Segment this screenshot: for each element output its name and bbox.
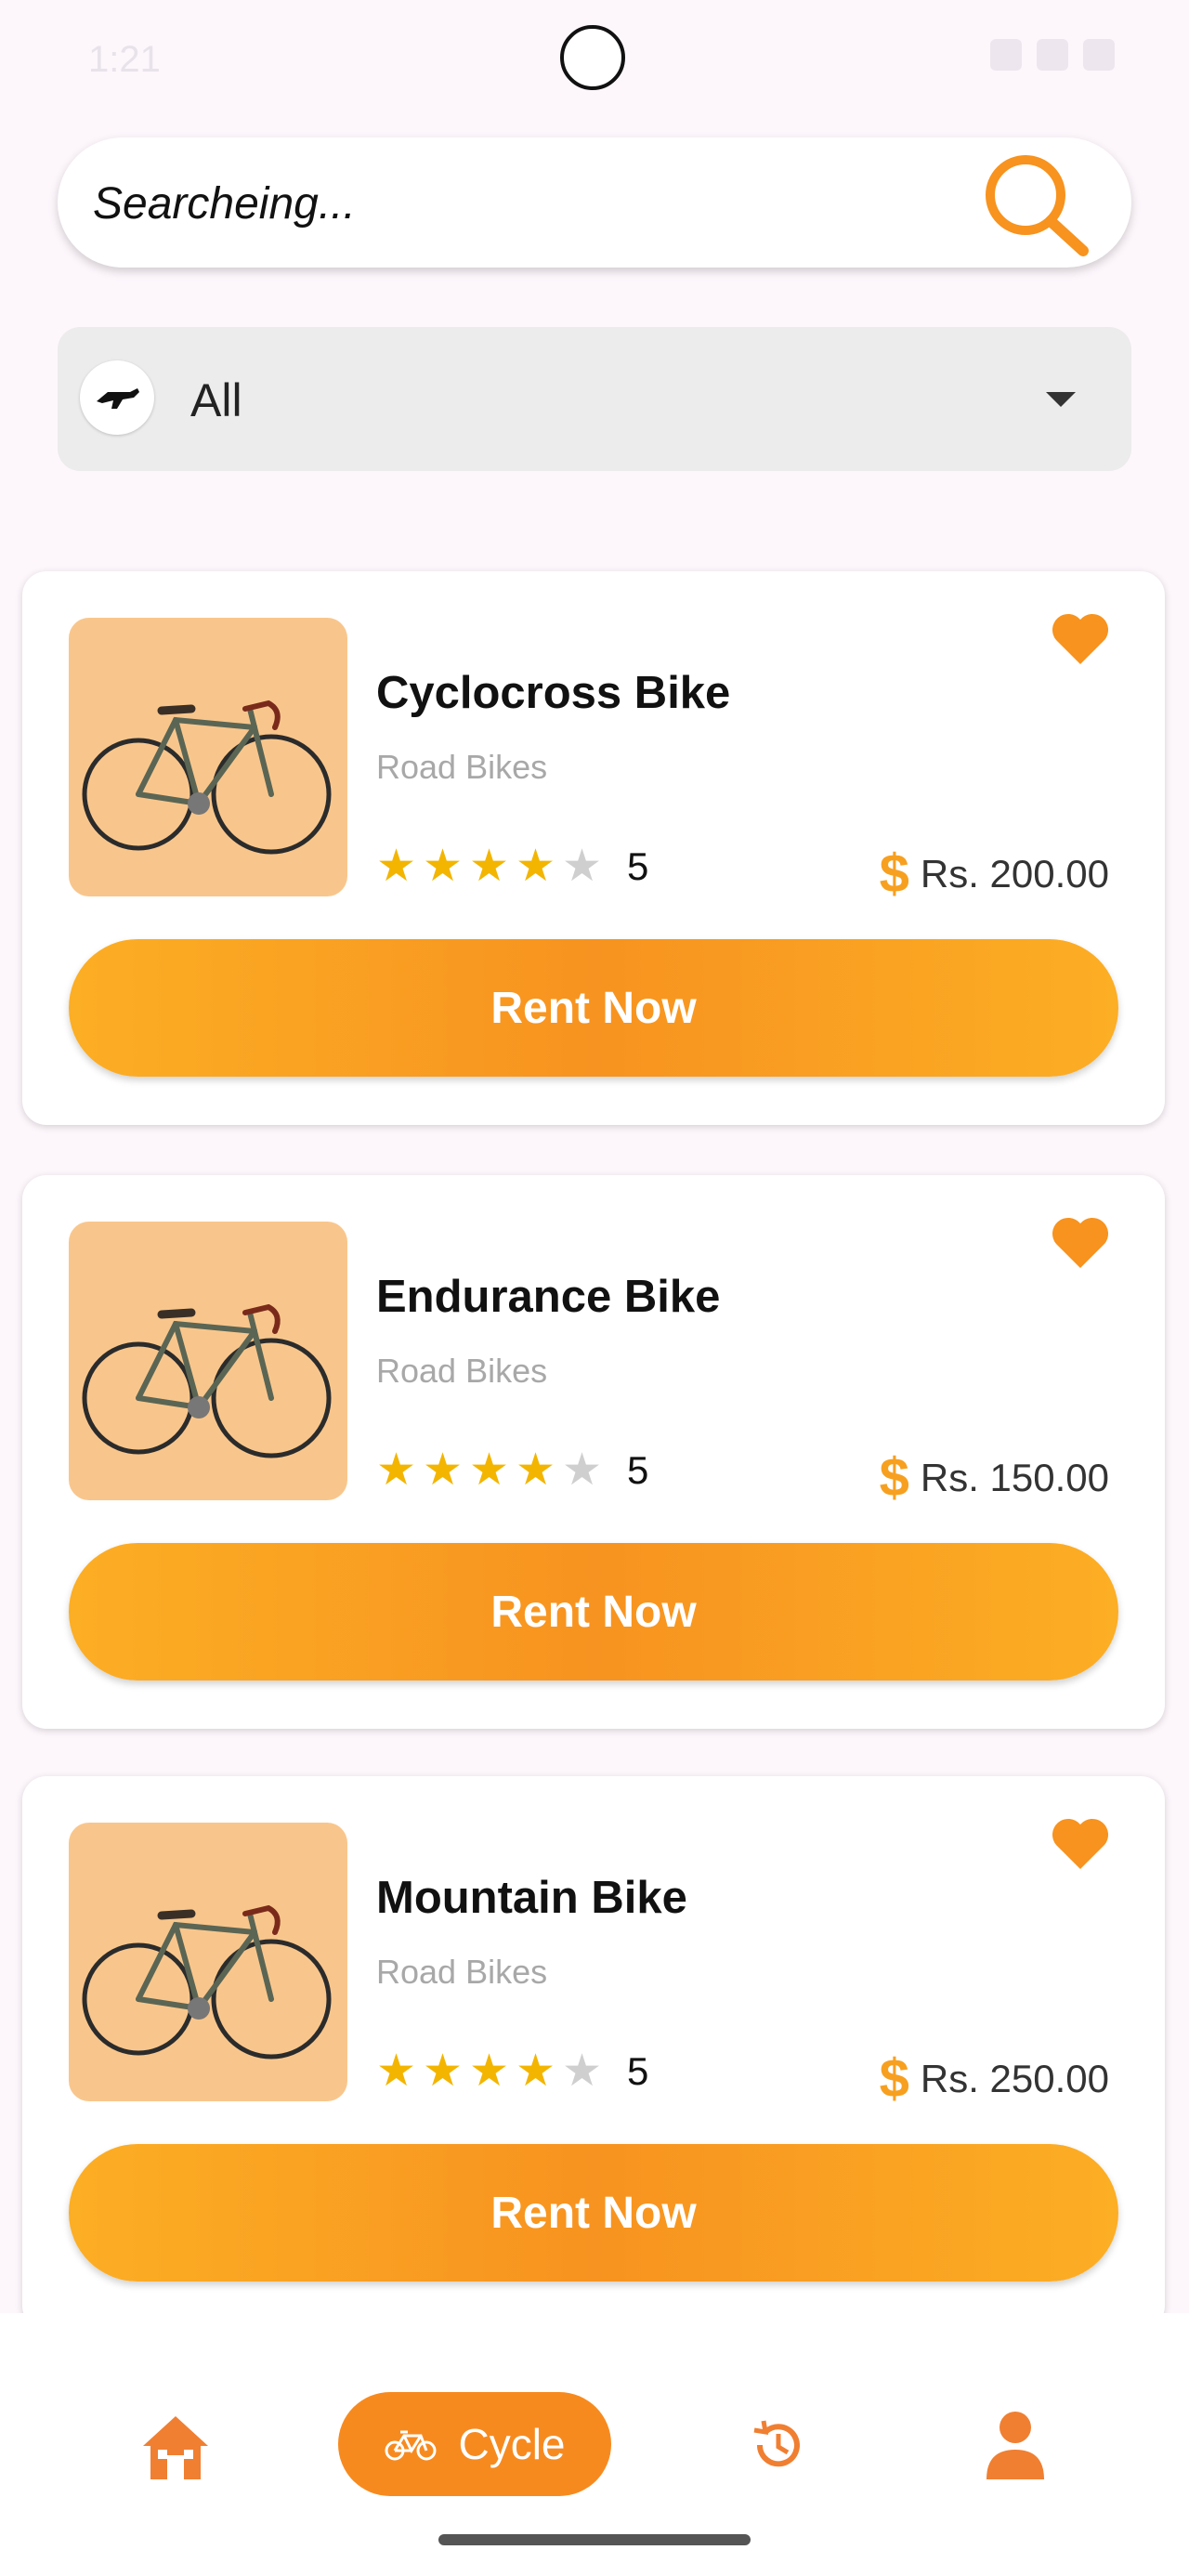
bike-image	[69, 1823, 347, 2101]
bike-category: Road Bikes	[376, 1953, 548, 1991]
rating-stars: ★ ★ ★ ★ ★ 5	[376, 843, 648, 891]
dollar-icon: $	[879, 843, 909, 904]
bike-name: Mountain Bike	[376, 1873, 687, 1923]
star-icon: ★	[469, 1445, 510, 1495]
rating-stars: ★ ★ ★ ★ ★ 5	[376, 2047, 648, 2096]
star-icon: ★	[376, 1445, 417, 1495]
star-icon: ★	[423, 2046, 464, 2096]
bicycle-illustration	[82, 1904, 332, 2059]
nav-cycle-label: Cycle	[458, 2420, 566, 2468]
bicycle-icon	[385, 2430, 437, 2461]
star-icon: ★	[516, 1445, 556, 1495]
bike-name: Endurance Bike	[376, 1272, 721, 1322]
price-value: Rs. 150.00	[920, 1455, 1109, 1499]
bicycle-illustration	[82, 700, 332, 855]
bike-name: Cyclocross Bike	[376, 668, 731, 718]
heart-icon[interactable]	[1052, 1216, 1109, 1270]
star-icon: ★	[423, 1445, 464, 1495]
star-icon: ★	[376, 842, 417, 891]
heart-icon[interactable]	[1052, 612, 1109, 666]
rating-stars: ★ ★ ★ ★ ★ 5	[376, 1446, 648, 1495]
nav-cycle-tab[interactable]: Cycle	[338, 2392, 611, 2496]
home-icon[interactable]	[139, 2411, 212, 2483]
heart-icon[interactable]	[1052, 1817, 1109, 1871]
price: $ Rs. 200.00	[880, 843, 1109, 905]
wifi-icon	[990, 39, 1022, 71]
signal-icon	[1037, 39, 1068, 71]
category-dropdown[interactable]: All	[58, 327, 1131, 471]
history-icon[interactable]	[749, 2417, 804, 2473]
bottom-nav: Cycle	[0, 2313, 1189, 2576]
price: $ Rs. 250.00	[880, 2047, 1109, 2110]
rating-value: 5	[627, 2049, 649, 2093]
category-avatar	[80, 360, 154, 435]
plane-icon	[97, 388, 139, 409]
star-empty-icon: ★	[562, 2046, 603, 2096]
rating-value: 5	[627, 844, 649, 888]
star-icon: ★	[469, 842, 510, 891]
rent-now-button[interactable]: Rent Now	[69, 939, 1118, 1077]
bike-category: Road Bikes	[376, 748, 548, 786]
bike-card: Mountain Bike Road Bikes ★ ★ ★ ★ ★ 5 $ R…	[22, 1776, 1165, 2330]
star-empty-icon: ★	[562, 1445, 603, 1495]
search-input[interactable]	[91, 137, 931, 269]
dollar-icon: $	[879, 1447, 909, 1508]
dropdown-arrow-icon	[1046, 392, 1076, 407]
price-value: Rs. 250.00	[920, 2056, 1109, 2100]
star-empty-icon: ★	[562, 842, 603, 891]
status-bar: 1:21	[0, 0, 1189, 121]
search-bar	[58, 137, 1131, 269]
search-icon[interactable]	[979, 150, 1091, 258]
camera-cutout	[560, 25, 625, 90]
star-icon: ★	[516, 2046, 556, 2096]
bike-card: Endurance Bike Road Bikes ★ ★ ★ ★ ★ 5 $ …	[22, 1175, 1165, 1729]
status-time: 1:21	[88, 39, 161, 80]
status-icons	[990, 39, 1115, 71]
bike-image	[69, 1222, 347, 1500]
rent-now-button[interactable]: Rent Now	[69, 2144, 1118, 2282]
rating-value: 5	[627, 1448, 649, 1492]
battery-icon	[1083, 39, 1115, 71]
star-icon: ★	[516, 842, 556, 891]
star-icon: ★	[376, 2046, 417, 2096]
bicycle-illustration	[82, 1303, 332, 1458]
bike-image	[69, 618, 347, 896]
price: $ Rs. 150.00	[880, 1446, 1109, 1509]
gesture-bar	[438, 2534, 751, 2545]
dollar-icon: $	[879, 2048, 909, 2109]
bike-card: Cyclocross Bike Road Bikes ★ ★ ★ ★ ★ 5 $…	[22, 571, 1165, 1125]
price-value: Rs. 200.00	[920, 851, 1109, 896]
star-icon: ★	[469, 2046, 510, 2096]
profile-icon[interactable]	[983, 2409, 1048, 2481]
bike-category: Road Bikes	[376, 1352, 548, 1390]
star-icon: ★	[423, 842, 464, 891]
category-selected-label: All	[190, 374, 242, 426]
rent-now-button[interactable]: Rent Now	[69, 1543, 1118, 1680]
